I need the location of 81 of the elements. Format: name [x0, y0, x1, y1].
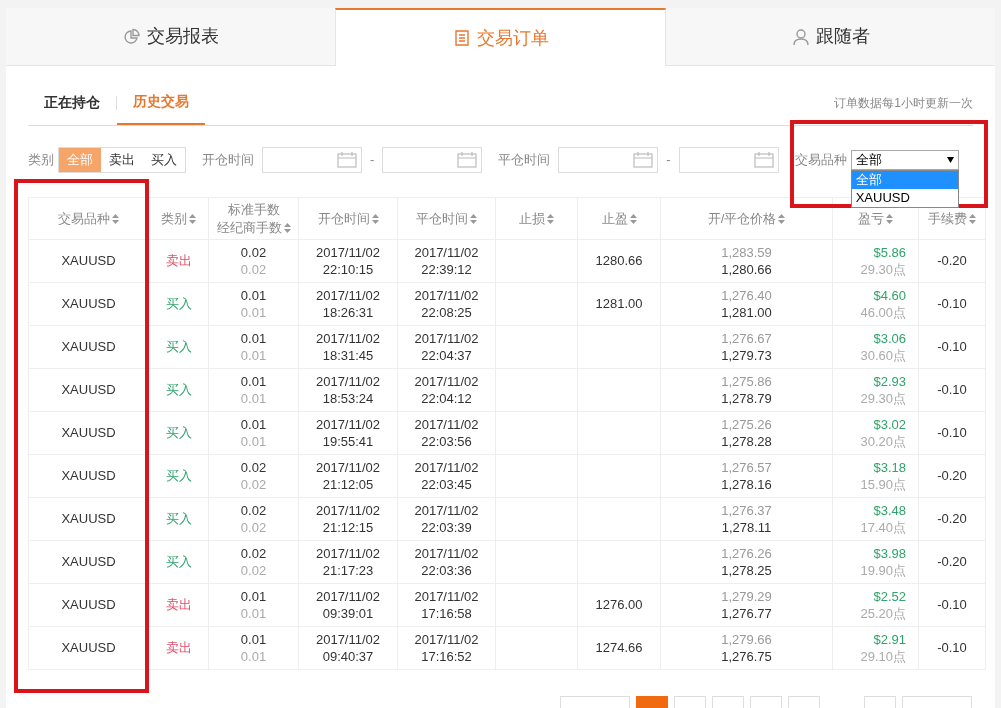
table-cell: $3.02 30.20点	[832, 411, 919, 455]
table-cell: 买入	[148, 540, 209, 584]
filter-label: 平仓时间	[498, 151, 551, 170]
table-cell: 0.01 0.01	[208, 325, 299, 369]
table-cell: 2017/11/02 22:10:15	[298, 239, 398, 283]
table-cell: 2017/11/02 09:40:37	[298, 626, 398, 670]
table-cell: 2017/11/02 22:39:12	[397, 239, 496, 283]
table-cell: 1,276.67 1,279.73	[660, 325, 833, 369]
table-cell: 2017/11/02 21:12:15	[298, 497, 398, 541]
table-cell: 买入	[148, 454, 209, 498]
table-cell: -0.20	[918, 454, 986, 498]
table-cell: 2017/11/02 18:53:24	[298, 368, 398, 412]
table-cell: 买入	[148, 282, 209, 326]
table-cell: 买入	[148, 411, 209, 455]
table-cell: 1,276.57 1,278.16	[660, 454, 833, 498]
table-cell: $2.91 29.10点	[832, 626, 919, 670]
table-cell: -0.20	[918, 540, 986, 584]
table-cell: -0.20	[918, 239, 986, 283]
table-cell: $3.48 17.40点	[832, 497, 919, 541]
table-cell: 2017/11/02 22:04:12	[397, 368, 496, 412]
table-cell: -0.10	[918, 411, 986, 455]
table-cell: 1276.00	[577, 583, 661, 627]
table-cell: 2017/11/02 19:55:41	[298, 411, 398, 455]
table-cell: 1,276.26 1,278.25	[660, 540, 833, 584]
range-separator: -	[666, 151, 671, 170]
table-cell: 1274.66	[577, 626, 661, 670]
filter-label: 类别	[28, 151, 54, 170]
table-cell: 卖出	[148, 583, 209, 627]
table-cell: 2017/11/02 21:12:05	[298, 454, 398, 498]
table-cell: 1,279.66 1,276.75	[660, 626, 833, 670]
table-cell: $5.86 29.30点	[832, 239, 919, 283]
table-cell: 0.01 0.01	[208, 583, 299, 627]
table-cell: 0.02 0.02	[208, 454, 299, 498]
table-cell: 2017/11/02 21:17:23	[298, 540, 398, 584]
filter-label: 开仓时间	[202, 151, 254, 170]
table-cell: $3.18 15.90点	[832, 454, 919, 498]
range-separator: -	[370, 151, 375, 170]
table-cell: 卖出	[148, 239, 209, 283]
table-cell: 买入	[148, 368, 209, 412]
table-cell: 0.02 0.02	[208, 540, 299, 584]
table-cell: 2017/11/02 09:39:01	[298, 583, 398, 627]
filter-label: 交易品种	[794, 151, 847, 170]
table-cell: 2017/11/02 22:03:56	[397, 411, 496, 455]
table-cell: 1280.66	[577, 239, 661, 283]
table-cell: 0.01 0.01	[208, 411, 299, 455]
table-cell: 2017/11/02 18:31:45	[298, 325, 398, 369]
table-cell: -0.10	[918, 626, 986, 670]
table-cell: 1281.00	[577, 282, 661, 326]
table-cell: 1,276.40 1,281.00	[660, 282, 833, 326]
table-cell: -0.10	[918, 282, 986, 326]
table-cell: 2017/11/02 17:16:52	[397, 626, 496, 670]
table-cell: 0.02 0.02	[208, 239, 299, 283]
table-cell: 1,275.26 1,278.28	[660, 411, 833, 455]
table-cell: 买入	[148, 497, 209, 541]
table-cell: 1,276.37 1,278.11	[660, 497, 833, 541]
table-cell: 1,279.29 1,276.77	[660, 583, 833, 627]
table-cell: $4.60 46.00点	[832, 282, 919, 326]
table-cell: 0.01 0.01	[208, 626, 299, 670]
update-note: 订单数据每1小时更新一次	[834, 94, 973, 112]
table-cell: $3.06 30.60点	[832, 325, 919, 369]
table-cell: 2017/11/02 22:08:25	[397, 282, 496, 326]
table-cell: 2017/11/02 17:16:58	[397, 583, 496, 627]
table-cell: 0.01 0.01	[208, 368, 299, 412]
table-cell: 0.01 0.01	[208, 282, 299, 326]
table-cell: $3.98 19.90点	[832, 540, 919, 584]
table-cell: $2.93 29.30点	[832, 368, 919, 412]
table-cell: 1,283.59 1,280.66	[660, 239, 833, 283]
table-cell: 2017/11/02 22:03:45	[397, 454, 496, 498]
table-cell: 买入	[148, 325, 209, 369]
table-cell: 2017/11/02 22:03:36	[397, 540, 496, 584]
table-cell: -0.10	[918, 325, 986, 369]
table-cell: 2017/11/02 22:04:37	[397, 325, 496, 369]
table-cell: 2017/11/02 22:03:39	[397, 497, 496, 541]
table-cell: 卖出	[148, 626, 209, 670]
table-cell: 2017/11/02 18:26:31	[298, 282, 398, 326]
table-cell: -0.10	[918, 583, 986, 627]
table-cell: -0.10	[918, 368, 986, 412]
table-cell: -0.20	[918, 497, 986, 541]
table-cell: 0.02 0.02	[208, 497, 299, 541]
table-cell: $2.52 25.20点	[832, 583, 919, 627]
table-cell: 1,275.86 1,278.79	[660, 368, 833, 412]
